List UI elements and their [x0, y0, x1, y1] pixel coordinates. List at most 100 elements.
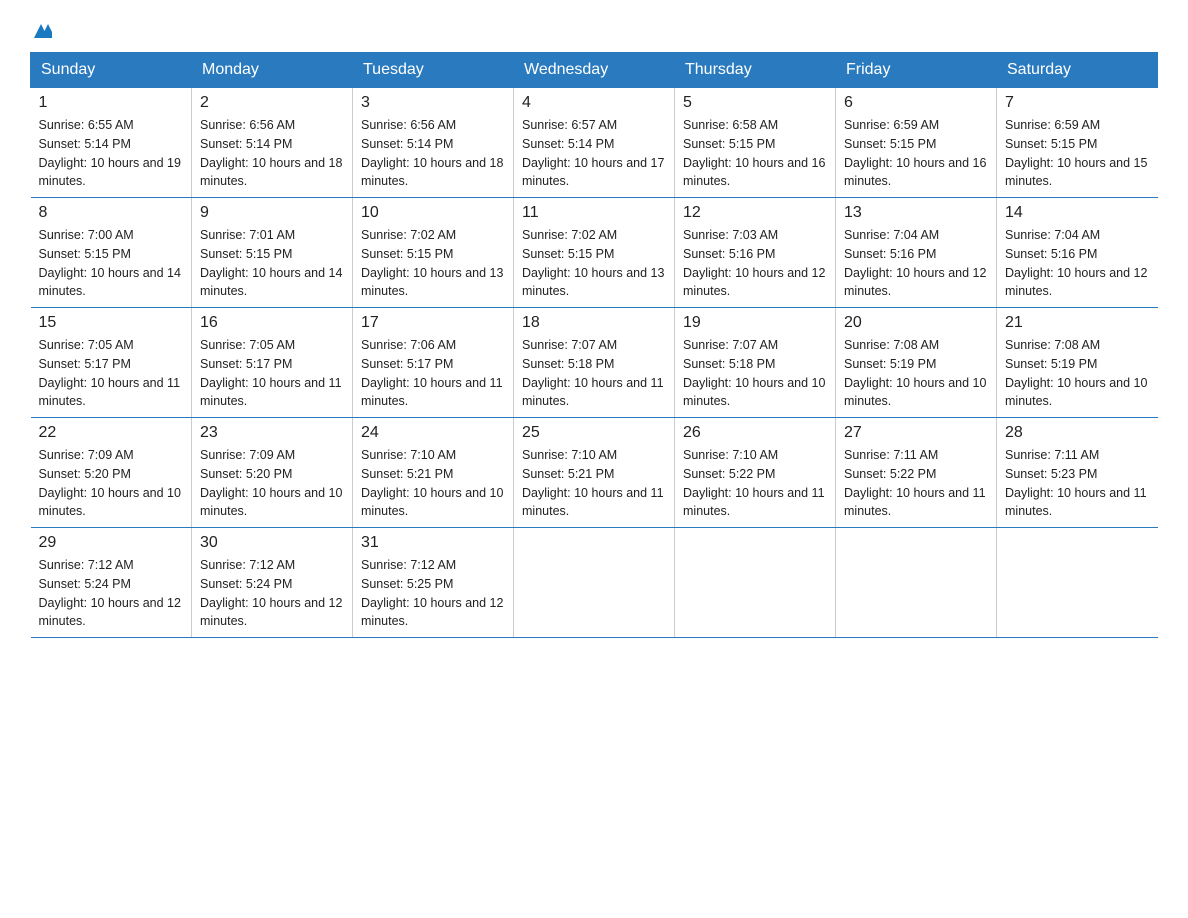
day-info: Sunrise: 6:57 AMSunset: 5:14 PMDaylight:… — [522, 118, 664, 188]
day-info: Sunrise: 7:12 AMSunset: 5:25 PMDaylight:… — [361, 558, 503, 628]
day-number: 7 — [1005, 94, 1150, 112]
day-number: 24 — [361, 424, 505, 442]
calendar-week-row: 22 Sunrise: 7:09 AMSunset: 5:20 PMDaylig… — [31, 418, 1158, 528]
day-info: Sunrise: 7:05 AMSunset: 5:17 PMDaylight:… — [39, 338, 181, 408]
day-number: 14 — [1005, 204, 1150, 222]
day-number: 8 — [39, 204, 184, 222]
calendar-cell: 21 Sunrise: 7:08 AMSunset: 5:19 PMDaylig… — [997, 308, 1158, 418]
calendar-cell — [675, 528, 836, 638]
day-number: 22 — [39, 424, 184, 442]
day-info: Sunrise: 7:08 AMSunset: 5:19 PMDaylight:… — [844, 338, 986, 408]
calendar-cell: 26 Sunrise: 7:10 AMSunset: 5:22 PMDaylig… — [675, 418, 836, 528]
header — [30, 20, 1158, 42]
day-number: 11 — [522, 204, 666, 222]
calendar-cell: 12 Sunrise: 7:03 AMSunset: 5:16 PMDaylig… — [675, 198, 836, 308]
calendar-cell: 8 Sunrise: 7:00 AMSunset: 5:15 PMDayligh… — [31, 198, 192, 308]
day-number: 27 — [844, 424, 988, 442]
calendar-cell — [836, 528, 997, 638]
calendar-cell: 25 Sunrise: 7:10 AMSunset: 5:21 PMDaylig… — [514, 418, 675, 528]
day-info: Sunrise: 7:10 AMSunset: 5:21 PMDaylight:… — [522, 448, 664, 518]
calendar-table: SundayMondayTuesdayWednesdayThursdayFrid… — [30, 52, 1158, 638]
day-number: 28 — [1005, 424, 1150, 442]
logo — [30, 20, 56, 42]
day-number: 15 — [39, 314, 184, 332]
day-info: Sunrise: 7:05 AMSunset: 5:17 PMDaylight:… — [200, 338, 342, 408]
calendar-cell: 17 Sunrise: 7:06 AMSunset: 5:17 PMDaylig… — [353, 308, 514, 418]
calendar-cell: 3 Sunrise: 6:56 AMSunset: 5:14 PMDayligh… — [353, 88, 514, 198]
day-number: 5 — [683, 94, 827, 112]
day-info: Sunrise: 6:58 AMSunset: 5:15 PMDaylight:… — [683, 118, 825, 188]
calendar-cell: 20 Sunrise: 7:08 AMSunset: 5:19 PMDaylig… — [836, 308, 997, 418]
day-info: Sunrise: 7:11 AMSunset: 5:23 PMDaylight:… — [1005, 448, 1147, 518]
day-header-friday: Friday — [836, 53, 997, 88]
calendar-cell: 27 Sunrise: 7:11 AMSunset: 5:22 PMDaylig… — [836, 418, 997, 528]
day-info: Sunrise: 7:06 AMSunset: 5:17 PMDaylight:… — [361, 338, 503, 408]
day-info: Sunrise: 7:10 AMSunset: 5:22 PMDaylight:… — [683, 448, 825, 518]
calendar-cell: 14 Sunrise: 7:04 AMSunset: 5:16 PMDaylig… — [997, 198, 1158, 308]
day-number: 26 — [683, 424, 827, 442]
day-number: 3 — [361, 94, 505, 112]
day-info: Sunrise: 7:01 AMSunset: 5:15 PMDaylight:… — [200, 228, 342, 298]
calendar-cell: 6 Sunrise: 6:59 AMSunset: 5:15 PMDayligh… — [836, 88, 997, 198]
calendar-week-row: 1 Sunrise: 6:55 AMSunset: 5:14 PMDayligh… — [31, 88, 1158, 198]
calendar-cell: 30 Sunrise: 7:12 AMSunset: 5:24 PMDaylig… — [192, 528, 353, 638]
logo-triangle-icon — [30, 20, 52, 42]
calendar-week-row: 15 Sunrise: 7:05 AMSunset: 5:17 PMDaylig… — [31, 308, 1158, 418]
calendar-week-row: 29 Sunrise: 7:12 AMSunset: 5:24 PMDaylig… — [31, 528, 1158, 638]
day-info: Sunrise: 7:07 AMSunset: 5:18 PMDaylight:… — [522, 338, 664, 408]
day-number: 30 — [200, 534, 344, 552]
day-number: 1 — [39, 94, 184, 112]
day-number: 12 — [683, 204, 827, 222]
calendar-cell: 28 Sunrise: 7:11 AMSunset: 5:23 PMDaylig… — [997, 418, 1158, 528]
day-info: Sunrise: 7:12 AMSunset: 5:24 PMDaylight:… — [39, 558, 181, 628]
day-number: 4 — [522, 94, 666, 112]
calendar-cell: 22 Sunrise: 7:09 AMSunset: 5:20 PMDaylig… — [31, 418, 192, 528]
day-info: Sunrise: 7:08 AMSunset: 5:19 PMDaylight:… — [1005, 338, 1147, 408]
day-info: Sunrise: 6:56 AMSunset: 5:14 PMDaylight:… — [200, 118, 342, 188]
day-number: 18 — [522, 314, 666, 332]
day-info: Sunrise: 7:09 AMSunset: 5:20 PMDaylight:… — [200, 448, 342, 518]
day-header-saturday: Saturday — [997, 53, 1158, 88]
day-number: 20 — [844, 314, 988, 332]
day-info: Sunrise: 6:59 AMSunset: 5:15 PMDaylight:… — [844, 118, 986, 188]
day-info: Sunrise: 6:59 AMSunset: 5:15 PMDaylight:… — [1005, 118, 1147, 188]
calendar-cell: 10 Sunrise: 7:02 AMSunset: 5:15 PMDaylig… — [353, 198, 514, 308]
day-info: Sunrise: 7:03 AMSunset: 5:16 PMDaylight:… — [683, 228, 825, 298]
day-info: Sunrise: 7:00 AMSunset: 5:15 PMDaylight:… — [39, 228, 181, 298]
day-header-sunday: Sunday — [31, 53, 192, 88]
day-number: 16 — [200, 314, 344, 332]
day-info: Sunrise: 7:11 AMSunset: 5:22 PMDaylight:… — [844, 448, 986, 518]
day-number: 10 — [361, 204, 505, 222]
calendar-cell: 2 Sunrise: 6:56 AMSunset: 5:14 PMDayligh… — [192, 88, 353, 198]
day-header-monday: Monday — [192, 53, 353, 88]
calendar-cell: 15 Sunrise: 7:05 AMSunset: 5:17 PMDaylig… — [31, 308, 192, 418]
day-number: 2 — [200, 94, 344, 112]
day-header-wednesday: Wednesday — [514, 53, 675, 88]
day-number: 21 — [1005, 314, 1150, 332]
calendar-body: 1 Sunrise: 6:55 AMSunset: 5:14 PMDayligh… — [31, 88, 1158, 638]
day-number: 29 — [39, 534, 184, 552]
day-info: Sunrise: 6:56 AMSunset: 5:14 PMDaylight:… — [361, 118, 503, 188]
calendar-cell: 7 Sunrise: 6:59 AMSunset: 5:15 PMDayligh… — [997, 88, 1158, 198]
day-info: Sunrise: 7:02 AMSunset: 5:15 PMDaylight:… — [361, 228, 503, 298]
calendar-cell: 18 Sunrise: 7:07 AMSunset: 5:18 PMDaylig… — [514, 308, 675, 418]
calendar-header: SundayMondayTuesdayWednesdayThursdayFrid… — [31, 53, 1158, 88]
day-number: 9 — [200, 204, 344, 222]
day-info: Sunrise: 6:55 AMSunset: 5:14 PMDaylight:… — [39, 118, 181, 188]
day-number: 6 — [844, 94, 988, 112]
logo-arrow-icon — [30, 20, 52, 42]
calendar-cell — [997, 528, 1158, 638]
calendar-cell: 23 Sunrise: 7:09 AMSunset: 5:20 PMDaylig… — [192, 418, 353, 528]
calendar-cell: 31 Sunrise: 7:12 AMSunset: 5:25 PMDaylig… — [353, 528, 514, 638]
day-info: Sunrise: 7:04 AMSunset: 5:16 PMDaylight:… — [1005, 228, 1147, 298]
calendar-cell — [514, 528, 675, 638]
calendar-cell: 1 Sunrise: 6:55 AMSunset: 5:14 PMDayligh… — [31, 88, 192, 198]
calendar-week-row: 8 Sunrise: 7:00 AMSunset: 5:15 PMDayligh… — [31, 198, 1158, 308]
calendar-cell: 16 Sunrise: 7:05 AMSunset: 5:17 PMDaylig… — [192, 308, 353, 418]
day-info: Sunrise: 7:10 AMSunset: 5:21 PMDaylight:… — [361, 448, 503, 518]
day-header-thursday: Thursday — [675, 53, 836, 88]
day-number: 25 — [522, 424, 666, 442]
day-info: Sunrise: 7:12 AMSunset: 5:24 PMDaylight:… — [200, 558, 342, 628]
calendar-cell: 19 Sunrise: 7:07 AMSunset: 5:18 PMDaylig… — [675, 308, 836, 418]
day-number: 31 — [361, 534, 505, 552]
